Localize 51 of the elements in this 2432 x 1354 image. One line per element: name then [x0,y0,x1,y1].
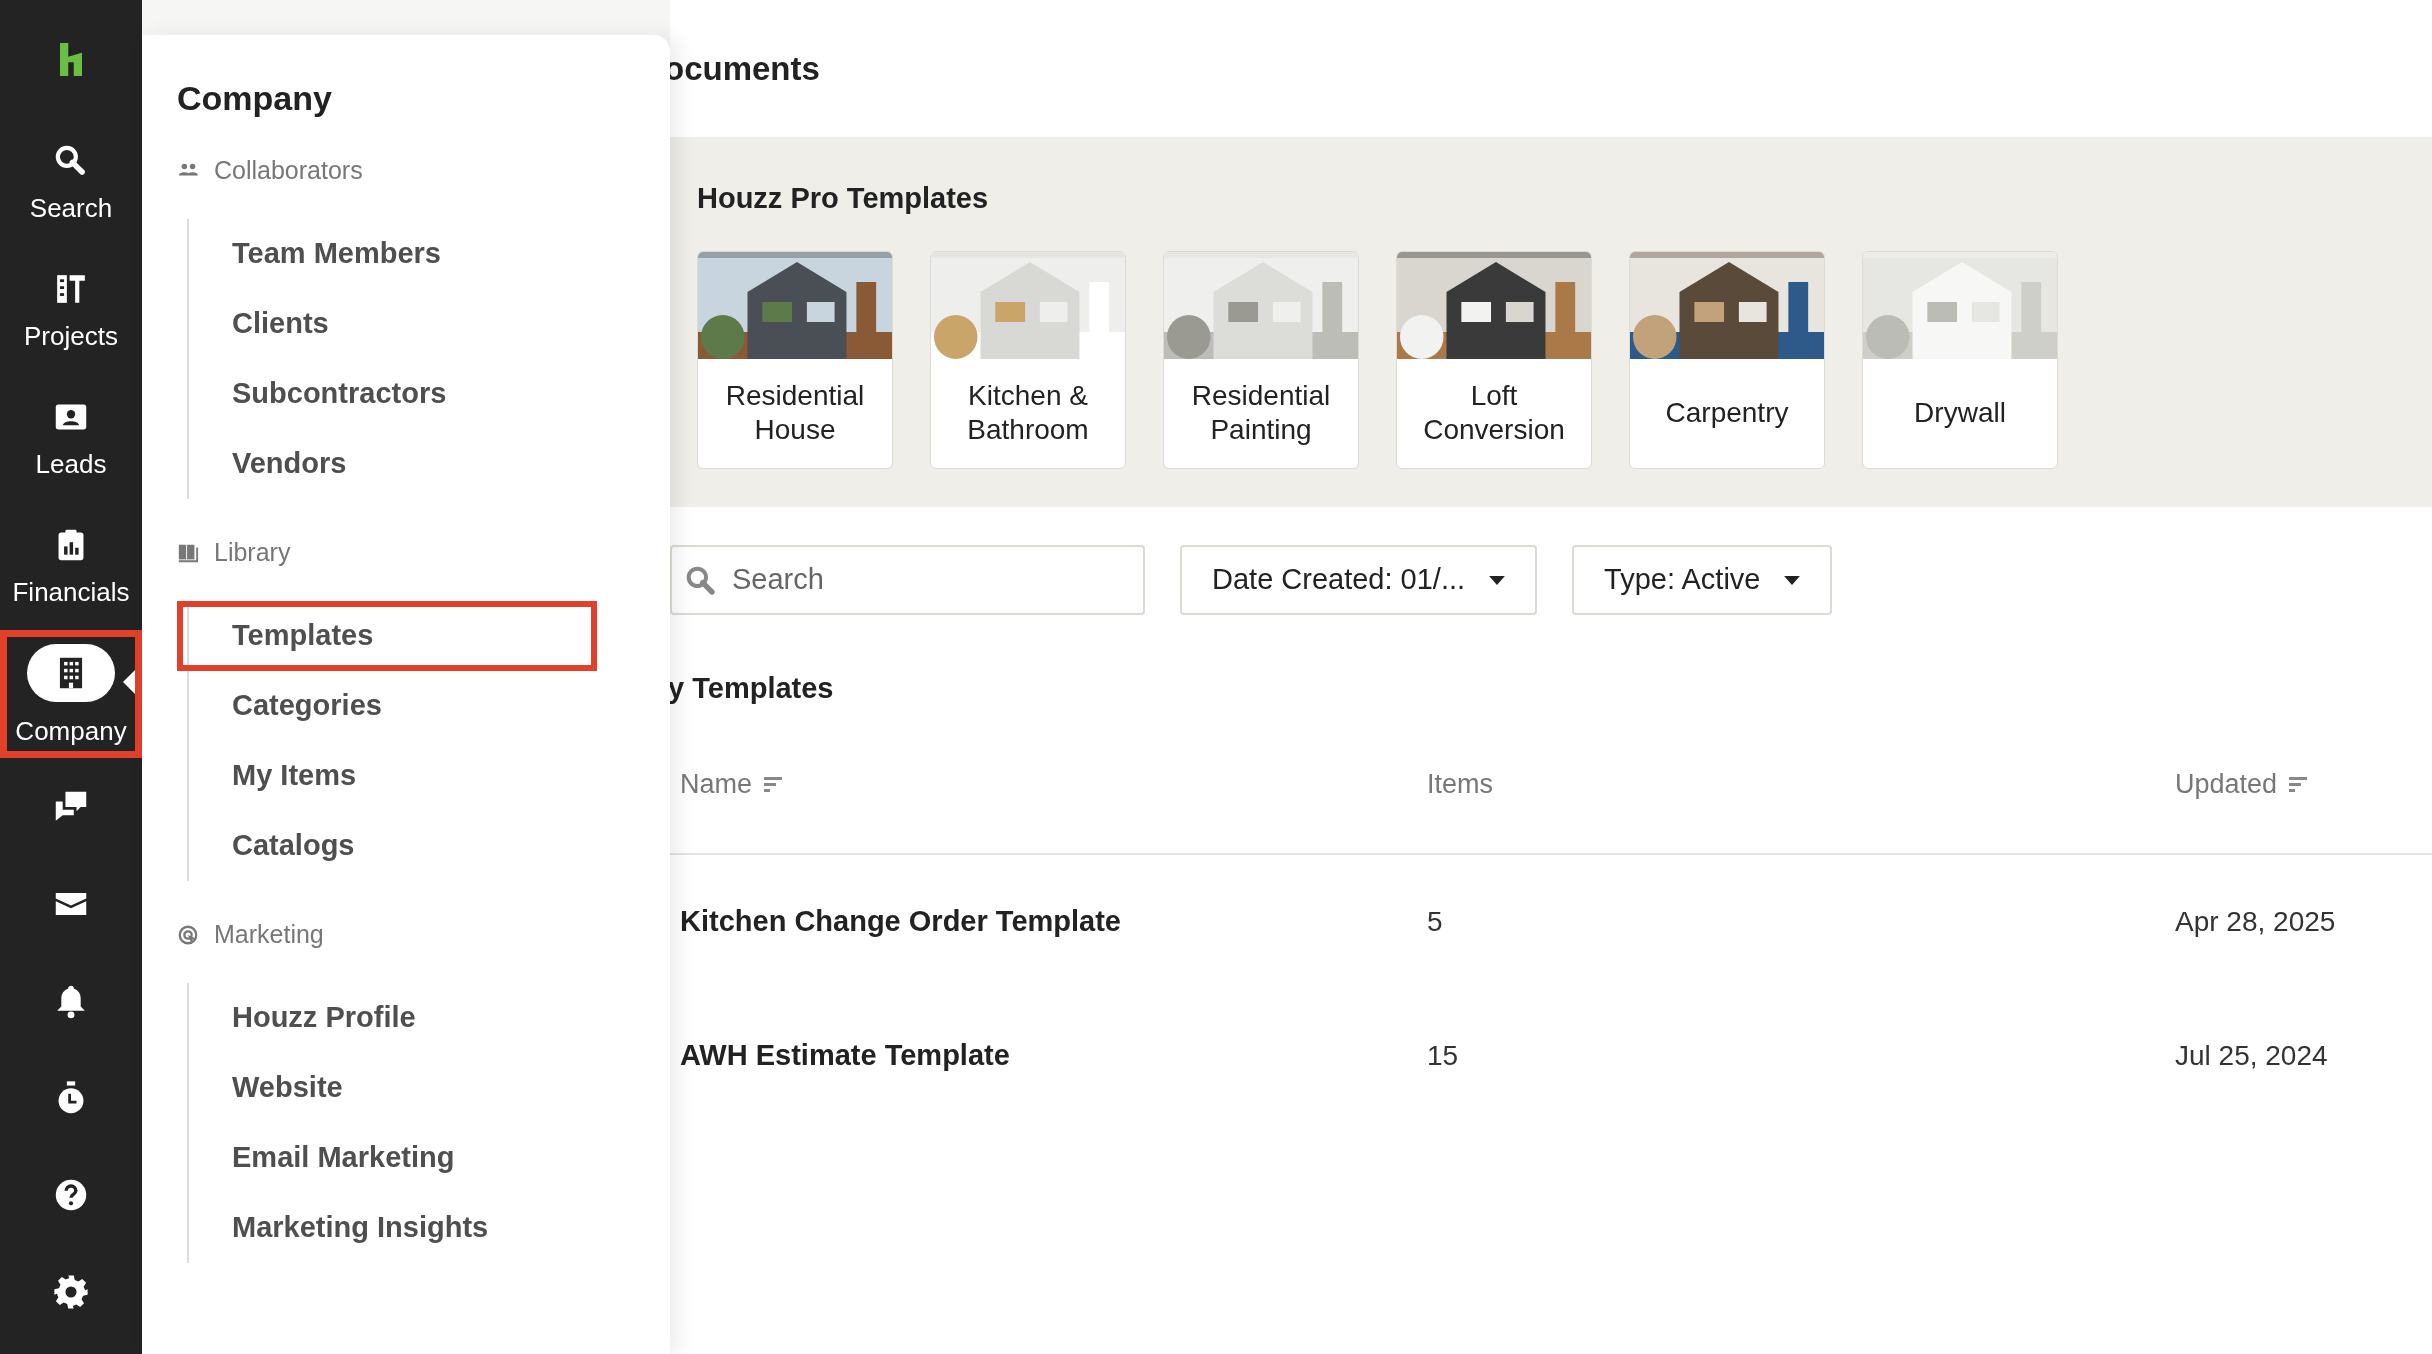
column-header[interactable]: Updated [2175,763,2432,805]
template-card[interactable]: Kitchen & Bathroom [930,250,1126,469]
menu-item[interactable]: Marketing Insights [189,1193,609,1263]
menu-item[interactable]: Subcontractors [189,359,609,429]
sort-icon [2289,776,2308,792]
caret-icon [1489,575,1506,585]
menu-item[interactable]: Templates [177,601,597,671]
section-title: Houzz Pro Templates [697,181,990,216]
menu-item[interactable]: Categories [189,671,609,741]
menu-item[interactable]: Houzz Profile [189,983,609,1053]
table-cell-text: AWH Estimate Template [680,1038,1011,1074]
menu-item[interactable]: Catalogs [189,811,609,881]
column-header: Items [1427,767,1494,801]
menu-item[interactable]: My Items [189,741,609,811]
target-icon [177,924,199,946]
settings-icon [53,1273,89,1310]
template-card[interactable]: Loft Conversion [1396,250,1592,469]
template-card[interactable]: Drywall [1862,250,2058,469]
template-card[interactable]: Residential House [697,250,893,469]
search-icon [684,564,716,596]
nav-item[interactable]: Search [0,118,142,246]
nav-item[interactable]: Financials [0,502,142,630]
menu-item[interactable]: Clients [189,289,609,359]
section-title: y Templates [668,671,835,706]
menu-item[interactable]: Vendors [189,429,609,499]
menu-item[interactable]: Email Marketing [189,1123,609,1193]
filter-dropdown[interactable]: Date Created: 01/... [1180,545,1538,615]
nav-item[interactable]: Company [0,630,142,758]
menu-title: Company [177,81,333,115]
page-title: ocuments [664,48,820,89]
column-header[interactable]: Name [680,763,1427,805]
nav-item[interactable]: Projects [0,246,142,374]
table-cell-text: Apr 28, 2025 [2175,905,2337,939]
table-cell-text: 15 [1427,1039,1460,1073]
section-heading: Marketing [214,919,324,951]
caret-icon [1784,575,1801,585]
search-input[interactable]: Search [732,558,1112,602]
table-cell-text: Kitchen Change Order Template [680,904,1122,940]
menu-item[interactable]: Team Members [189,219,609,289]
filter-dropdown[interactable]: Type: Active [1572,545,1833,615]
menu-item[interactable]: Website [189,1053,609,1123]
table-cell-text: 5 [1427,905,1444,939]
template-card[interactable]: Carpentry [1629,250,1825,469]
section-heading: Library [214,537,291,569]
sort-icon [764,776,783,792]
book-icon [177,542,199,564]
section-heading: Collaborators [214,155,363,187]
template-card[interactable]: Residential Painting [1163,250,1359,469]
table-cell-text: Jul 25, 2024 [2175,1039,2329,1073]
search-field[interactable]: Search [670,545,1145,615]
nav-item[interactable]: Leads [0,374,142,502]
